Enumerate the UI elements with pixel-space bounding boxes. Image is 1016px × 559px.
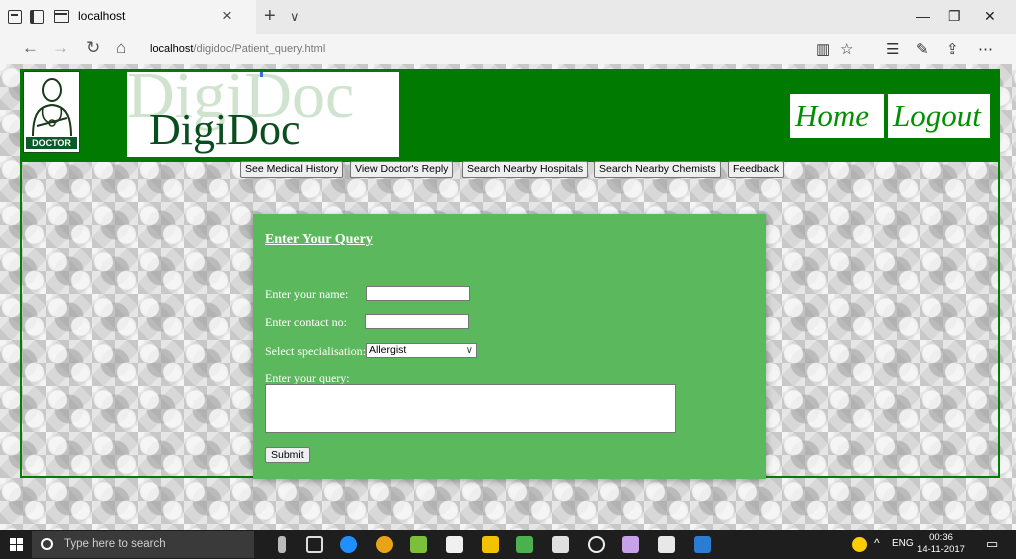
menu-view-doctors-reply[interactable]: View Doctor's Reply <box>350 161 454 178</box>
menu-feedback[interactable]: Feedback <box>728 161 785 178</box>
refresh-icon[interactable]: ↻ <box>86 38 100 58</box>
name-field[interactable] <box>366 286 470 301</box>
query-textarea[interactable] <box>265 384 676 433</box>
edge-icon[interactable] <box>340 536 357 553</box>
time: 00:36 <box>929 532 953 543</box>
forward-icon[interactable]: → <box>52 38 69 58</box>
more-icon[interactable]: ⋯ <box>978 40 993 58</box>
clock[interactable]: 00:36 14-11-2017 <box>916 532 966 556</box>
store-icon[interactable] <box>446 536 463 553</box>
url-path: /digidoc/Patient_query.html <box>193 43 326 55</box>
word-icon[interactable] <box>694 536 711 553</box>
windows-taskbar: Type here to search ^ ENG 00:36 14-11-20… <box>0 530 1016 559</box>
browser-tab-bar: localhost × + ∨ — ❐ ✕ <box>0 0 1016 34</box>
help-icon[interactable] <box>852 537 867 552</box>
cortana-icon <box>41 538 53 550</box>
contact-field[interactable] <box>365 314 469 329</box>
action-center-icon[interactable]: ▭ <box>986 536 998 552</box>
name-label: Enter your name: <box>265 287 349 301</box>
chevron-up-icon[interactable]: ^ <box>874 536 880 550</box>
submit-button[interactable]: Submit <box>265 447 310 463</box>
tab-title: localhost <box>78 9 126 23</box>
browser-tab[interactable]: localhost × <box>0 0 256 34</box>
app-icon[interactable] <box>516 536 533 553</box>
doctor-figure-icon <box>32 78 72 137</box>
query-form-card: Enter Your Query Enter your name: Enter … <box>253 214 766 479</box>
brand-accent <box>260 72 263 77</box>
specialisation-label: Select specialisation: <box>265 344 366 358</box>
menu-search-nearby-hospitals[interactable]: Search Nearby Hospitals <box>462 161 589 178</box>
restore-icon[interactable]: ❐ <box>948 8 961 25</box>
contact-label: Enter contact no: <box>265 315 347 329</box>
new-tab-icon[interactable]: + <box>264 5 276 28</box>
photos-icon[interactable] <box>658 536 675 553</box>
task-view-icon[interactable] <box>306 536 323 553</box>
doctor-logo: DOCTOR <box>23 71 80 153</box>
date: 14-11-2017 <box>917 544 965 555</box>
language-indicator[interactable]: ENG <box>892 538 914 549</box>
specialisation-select[interactable]: Allergist ∨ <box>366 343 477 358</box>
logout-link[interactable]: Logout <box>888 94 990 138</box>
microphone-icon[interactable] <box>278 536 286 553</box>
specialisation-value: Allergist <box>369 344 407 356</box>
url-host: localhost <box>150 43 194 55</box>
page-background: DOCTOR DigiDoc DigiDoc Home Logout See M… <box>0 64 1016 530</box>
chrome-icon[interactable] <box>376 536 393 553</box>
chevron-down-icon[interactable]: ∨ <box>290 9 300 25</box>
favorite-star-icon[interactable]: ☆ <box>840 40 853 58</box>
tripadvisor-icon[interactable] <box>410 536 427 553</box>
close-window-icon[interactable]: ✕ <box>984 8 996 25</box>
address-field[interactable]: localhost/digidoc/Patient_query.html <box>150 40 790 59</box>
media-icon[interactable] <box>622 536 639 553</box>
page-favicon-icon <box>54 10 69 23</box>
set-tabs-aside-icon[interactable] <box>30 10 44 24</box>
search-placeholder: Type here to search <box>64 538 166 550</box>
share-icon[interactable]: ⇪ <box>946 40 959 58</box>
address-bar-row: ← → ↻ ⌂ localhost/digidoc/Patient_query.… <box>0 34 1016 64</box>
web-note-icon[interactable]: ✎ <box>916 40 929 58</box>
back-icon[interactable]: ← <box>22 38 39 58</box>
reading-view-icon[interactable]: ▥ <box>816 40 830 58</box>
close-tab-icon[interactable]: × <box>222 6 232 26</box>
menu-search-nearby-chemists[interactable]: Search Nearby Chemists <box>594 161 721 178</box>
windows-start-icon[interactable] <box>10 538 23 551</box>
minimize-icon[interactable]: — <box>916 8 930 24</box>
form-title: Enter Your Query <box>265 232 373 247</box>
home-link[interactable]: Home <box>790 94 884 138</box>
brand-banner: DigiDoc DigiDoc <box>127 72 399 157</box>
home-icon[interactable]: ⌂ <box>116 38 126 58</box>
favorites-hub-icon[interactable]: ☰ <box>886 40 899 58</box>
taskbar-search-box[interactable]: Type here to search <box>32 531 254 558</box>
chevron-down-icon: ∨ <box>465 345 473 356</box>
groove-music-icon[interactable] <box>588 536 605 553</box>
brand-name: DigiDoc <box>149 105 301 154</box>
mail-icon[interactable] <box>552 536 569 553</box>
logo-tag: DOCTOR <box>26 137 77 149</box>
tab-preview-icon[interactable] <box>8 10 22 24</box>
menu-see-medical-history[interactable]: See Medical History <box>240 161 344 178</box>
file-explorer-icon[interactable] <box>482 536 499 553</box>
